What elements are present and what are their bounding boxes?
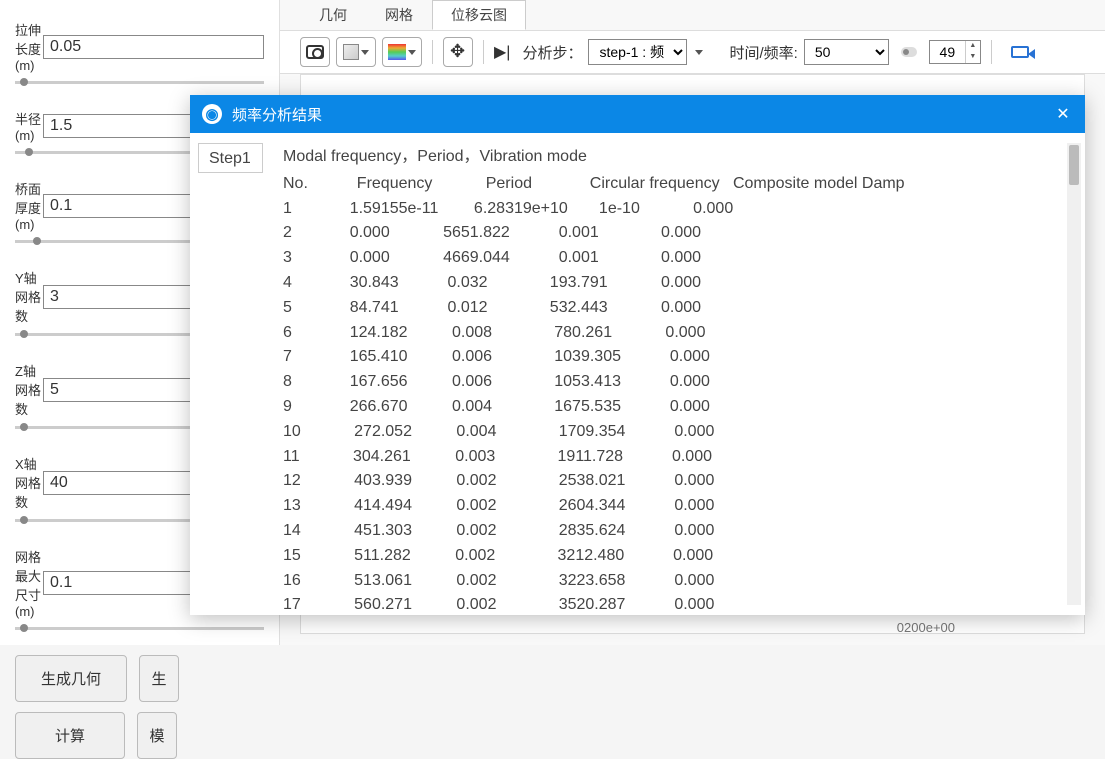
move-icon <box>449 43 467 61</box>
app-icon: ◉ <box>202 104 222 124</box>
close-icon: ✕ <box>1056 104 1069 124</box>
field-label: 半径(m) <box>15 109 43 143</box>
dialog-title-text: 频率分析结果 <box>232 104 322 125</box>
field-label: Y轴网格数 <box>15 268 43 325</box>
result-row: 4 30.843 0.032 193.791 0.000 <box>283 271 1052 296</box>
field-row: 拉伸长度(m) <box>15 20 264 73</box>
separator <box>991 40 992 64</box>
rainbow-icon <box>388 44 406 60</box>
result-row: 3 0.000 4669.044 0.001 0.000 <box>283 246 1052 271</box>
field-label: 网格最大尺寸(m) <box>15 547 43 619</box>
result-row: 7 165.410 0.006 1039.305 0.000 <box>283 345 1052 370</box>
button-2[interactable]: 生 <box>139 655 179 702</box>
field-label: X轴网格数 <box>15 454 43 511</box>
slider-thumb[interactable] <box>25 148 33 156</box>
view-cube-button[interactable] <box>336 37 376 67</box>
result-row: 10 272.052 0.004 1709.354 0.000 <box>283 420 1052 445</box>
separator <box>432 40 433 64</box>
field-label: 拉伸长度(m) <box>15 20 43 73</box>
snapshot-button[interactable] <box>300 37 330 67</box>
analysis-step-label: 分析步： <box>522 42 582 63</box>
scrollbar-thumb[interactable] <box>1069 145 1079 185</box>
separator <box>483 40 484 64</box>
toggle-icon[interactable] <box>901 47 917 57</box>
slider-thumb[interactable] <box>20 624 28 632</box>
result-row: 8 167.656 0.006 1053.413 0.000 <box>283 370 1052 395</box>
result-row: 17 560.271 0.002 3520.287 0.000 <box>283 593 1052 615</box>
result-row: 16 513.061 0.002 3223.658 0.000 <box>283 569 1052 594</box>
record-video-button[interactable] <box>1002 37 1038 67</box>
result-row: 6 124.182 0.008 780.261 0.000 <box>283 321 1052 346</box>
time-freq-select[interactable]: 50 <box>804 39 889 65</box>
tab-geometry[interactable]: 几何 <box>300 0 366 30</box>
slider[interactable] <box>15 627 264 630</box>
dialog-titlebar[interactable]: ◉ 频率分析结果 ✕ <box>190 95 1085 133</box>
slider-thumb[interactable] <box>20 330 28 338</box>
colormap-button[interactable] <box>382 37 422 67</box>
analysis-step-select[interactable]: step-1 : 频 <box>588 39 687 65</box>
generate-geometry-button[interactable]: 生成几何 <box>15 655 127 702</box>
cube-icon <box>343 44 359 60</box>
camera-icon <box>306 45 324 59</box>
button-4[interactable]: 模 <box>137 712 177 759</box>
result-row: 15 511.282 0.002 3212.480 0.000 <box>283 544 1052 569</box>
pan-button[interactable] <box>443 37 473 67</box>
slider-thumb[interactable] <box>20 516 28 524</box>
slider-thumb[interactable] <box>20 423 28 431</box>
result-row: 9 266.670 0.004 1675.535 0.000 <box>283 395 1052 420</box>
frame-index-input[interactable] <box>930 44 965 60</box>
results-header-1: Modal frequency，Period，Vibration mode <box>283 145 1052 170</box>
field-label: 桥面厚度(m) <box>15 179 43 232</box>
view-tabs: 几何 网格 位移云图 <box>280 0 1105 30</box>
footer-status: 0200e+00 <box>897 620 955 635</box>
video-camera-icon <box>1011 46 1029 58</box>
tab-displacement[interactable]: 位移云图 <box>432 0 526 30</box>
results-text-area[interactable]: Modal frequency，Period，Vibration mode No… <box>263 133 1067 615</box>
slider-thumb[interactable] <box>33 237 41 245</box>
compute-button[interactable]: 计算 <box>15 712 125 759</box>
result-row: 12 403.939 0.002 2538.021 0.000 <box>283 469 1052 494</box>
result-row: 13 414.494 0.002 2604.344 0.000 <box>283 494 1052 519</box>
slider[interactable] <box>15 81 264 84</box>
result-row: 11 304.261 0.003 1911.728 0.000 <box>283 445 1052 470</box>
tab-mesh[interactable]: 网格 <box>366 0 432 30</box>
chevron-down-icon <box>408 50 416 55</box>
result-row: 5 84.741 0.012 532.443 0.000 <box>283 296 1052 321</box>
frequency-results-dialog: ◉ 频率分析结果 ✕ Step1 Modal frequency，Period，… <box>190 95 1085 615</box>
result-row: 1 1.59155e-11 6.28319e+10 1e-10 0.000 <box>283 197 1052 222</box>
scrollbar[interactable] <box>1067 143 1081 605</box>
spinner-up[interactable]: ▲ <box>966 41 980 52</box>
time-freq-label: 时间/频率: <box>729 42 797 63</box>
arrow-right-bar-icon: ▶| <box>494 42 510 62</box>
field-label: Z轴网格数 <box>15 361 43 418</box>
toolbar: ▶| 分析步： step-1 : 频 时间/频率: 50 ▲ ▼ <box>280 30 1105 74</box>
results-columns: No. Frequency Period Circular frequency … <box>283 172 1052 197</box>
slider-thumb[interactable] <box>20 78 28 86</box>
field-input-0[interactable] <box>43 35 264 59</box>
step-tab[interactable]: Step1 <box>198 143 263 173</box>
frame-index-spinner[interactable]: ▲ ▼ <box>929 40 981 64</box>
spinner-down[interactable]: ▼ <box>966 52 980 63</box>
result-row: 14 451.303 0.002 2835.624 0.000 <box>283 519 1052 544</box>
close-button[interactable]: ✕ <box>1053 104 1073 124</box>
chevron-down-icon <box>361 50 369 55</box>
result-row: 2 0.000 5651.822 0.001 0.000 <box>283 221 1052 246</box>
chevron-down-icon <box>695 50 703 55</box>
